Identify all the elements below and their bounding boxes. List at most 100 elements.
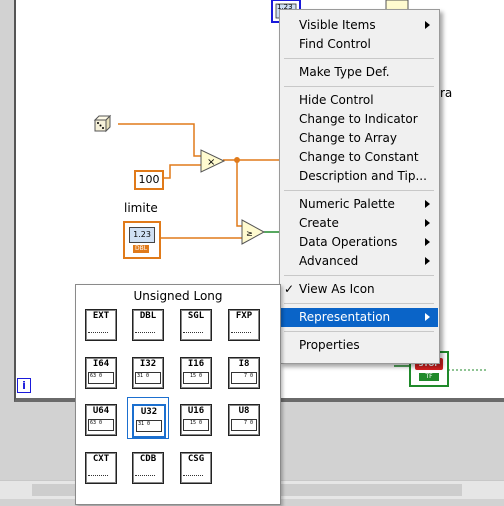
submenu-arrow-icon — [425, 313, 430, 321]
rep-type-label: U8 — [238, 406, 250, 416]
bit-range-icon: 7 0 — [231, 372, 257, 384]
rep-type-sgl[interactable]: SGL — [180, 309, 212, 341]
menu-item-label: Visible Items — [299, 18, 376, 32]
random-number-icon[interactable] — [93, 114, 113, 134]
rep-type-i64[interactable]: I64 63 0 — [85, 357, 117, 389]
rep-type-cdb[interactable]: CDB — [132, 452, 164, 484]
menu-item-find-control[interactable]: Find Control — [281, 35, 438, 54]
submenu-arrow-icon — [425, 257, 430, 265]
rep-type-label: CDB — [139, 454, 157, 464]
rep-type-label: CSG — [187, 454, 205, 464]
bit-range-label: 63 0 — [90, 373, 103, 379]
checkmark-icon: ✓ — [284, 282, 295, 296]
bit-range-icon: 15 0 — [183, 372, 209, 384]
menu-item-label: Representation — [299, 310, 391, 324]
menu-item-data-operations[interactable]: Data Operations — [281, 233, 438, 252]
menu-item-description-and-tip[interactable]: Description and Tip... — [281, 167, 438, 186]
menu-item-representation[interactable]: Representation — [281, 308, 438, 327]
complex-bits-icon — [88, 472, 108, 476]
bit-range-label: 7 0 — [244, 420, 254, 426]
numeric-constant[interactable]: 100 — [134, 170, 164, 190]
rep-type-u32[interactable]: U32 31 0 — [132, 404, 166, 438]
bit-range-label: 63 0 — [90, 420, 103, 426]
control-label[interactable]: limite — [124, 201, 158, 215]
rep-type-label: I64 — [92, 359, 110, 369]
rep-type-i32[interactable]: I32 31 0 — [132, 357, 164, 389]
palette-title: Unsigned Long — [133, 289, 223, 303]
rep-type-label: FXP — [235, 311, 253, 321]
bit-range-icon: 15 0 — [183, 419, 209, 431]
context-menu: Visible Items Find Control Make Type Def… — [279, 9, 440, 364]
menu-item-change-to-array[interactable]: Change to Array — [281, 129, 438, 148]
menu-item-change-to-indicator[interactable]: Change to Indicator — [281, 110, 438, 129]
rep-type-dbl[interactable]: DBL — [132, 309, 164, 341]
rep-type-i16[interactable]: I16 15 0 — [180, 357, 212, 389]
menu-item-label: Data Operations — [299, 235, 398, 249]
control-display: 1.23 — [129, 227, 155, 243]
menu-item-advanced[interactable]: Advanced — [281, 252, 438, 271]
menu-separator — [284, 86, 434, 87]
menu-item-view-as-icon[interactable]: ✓ View As Icon — [281, 280, 438, 299]
menu-item-label: Properties — [299, 338, 360, 352]
control-datatype: DBL — [133, 245, 149, 253]
rep-type-u64[interactable]: U64 63 0 — [85, 404, 117, 436]
menu-item-label: Numeric Palette — [299, 197, 395, 211]
fixed-point-bits-icon — [231, 329, 251, 333]
float-bits-icon — [183, 329, 203, 333]
menu-item-label: Create — [299, 216, 339, 230]
rep-type-u16[interactable]: U16 15 0 — [180, 404, 212, 436]
rep-type-label: U32 — [140, 407, 158, 417]
menu-item-properties[interactable]: Properties — [281, 336, 438, 355]
bit-range-icon: 31 0 — [135, 372, 161, 384]
representation-palette: Unsigned Long EXT DBL SGL FXP I64 63 0 I3… — [75, 284, 281, 505]
menu-item-label: Change to Array — [299, 131, 397, 145]
wire-branch-to-compare — [236, 160, 244, 227]
menu-item-change-to-constant[interactable]: Change to Constant — [281, 148, 438, 167]
info-icon[interactable]: i — [17, 378, 31, 393]
menu-item-visible-items[interactable]: Visible Items — [281, 16, 438, 35]
float-bits-icon — [88, 329, 108, 333]
rep-type-label: I8 — [238, 359, 250, 369]
menu-item-label: Description and Tip... — [299, 169, 427, 183]
menu-item-make-type-def[interactable]: Make Type Def. — [281, 63, 438, 82]
menu-separator — [284, 331, 434, 332]
menu-separator — [284, 190, 434, 191]
submenu-arrow-icon — [425, 200, 430, 208]
rep-type-label: SGL — [187, 311, 205, 321]
submenu-arrow-icon — [425, 21, 430, 29]
rep-type-ext[interactable]: EXT — [85, 309, 117, 341]
rep-type-label: I32 — [139, 359, 157, 369]
svg-text:≥: ≥ — [246, 229, 253, 238]
bit-range-icon: 31 0 — [136, 420, 162, 432]
menu-item-label: Change to Constant — [299, 150, 419, 164]
rep-type-label: DBL — [139, 311, 157, 321]
menu-item-label: Change to Indicator — [299, 112, 418, 126]
complex-bits-icon — [183, 472, 203, 476]
complex-bits-icon — [135, 472, 155, 476]
menu-item-label: Find Control — [299, 37, 371, 51]
menu-separator — [284, 275, 434, 276]
rep-type-csg[interactable]: CSG — [180, 452, 212, 484]
rep-type-i8[interactable]: I8 7 0 — [228, 357, 260, 389]
menu-item-create[interactable]: Create — [281, 214, 438, 233]
svg-text:×: × — [207, 157, 215, 168]
menu-item-label: Hide Control — [299, 93, 374, 107]
submenu-arrow-icon — [425, 219, 430, 227]
menu-item-label: Advanced — [299, 254, 359, 268]
menu-separator — [284, 303, 434, 304]
rep-type-label: U16 — [187, 406, 205, 416]
bit-range-icon: 63 0 — [88, 419, 114, 431]
menu-item-numeric-palette[interactable]: Numeric Palette — [281, 195, 438, 214]
bit-range-label: 7 0 — [244, 373, 254, 379]
rep-type-fxp[interactable]: FXP — [228, 309, 260, 341]
rep-type-label: I16 — [187, 359, 205, 369]
rep-type-u8[interactable]: U8 7 0 — [228, 404, 260, 436]
rep-type-cxt[interactable]: CXT — [85, 452, 117, 484]
bit-range-label: 31 0 — [138, 421, 151, 427]
float-bits-icon — [135, 329, 155, 333]
menu-item-hide-control[interactable]: Hide Control — [281, 91, 438, 110]
bit-range-icon: 7 0 — [231, 419, 257, 431]
limite-control-terminal[interactable]: 1.23 DBL — [123, 221, 161, 259]
rep-type-label: EXT — [92, 311, 110, 321]
submenu-arrow-icon — [425, 238, 430, 246]
